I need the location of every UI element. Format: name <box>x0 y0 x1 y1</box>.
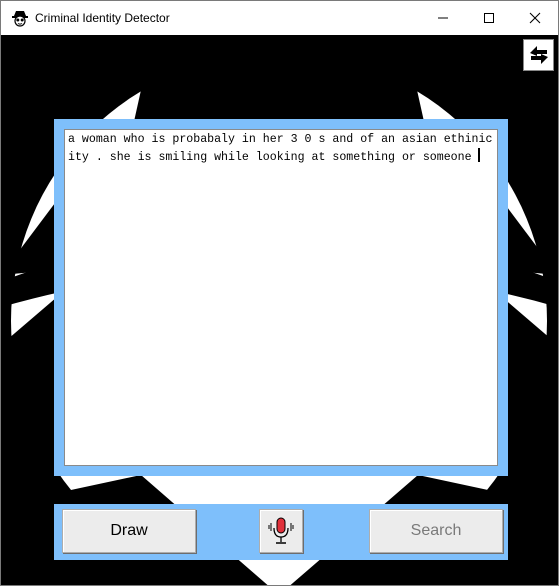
spy-icon <box>12 11 28 27</box>
close-button[interactable] <box>512 1 558 35</box>
minimize-icon <box>438 17 448 19</box>
maximize-icon <box>484 13 494 23</box>
window-title: Criminal Identity Detector <box>35 11 170 25</box>
microphone-button[interactable] <box>259 509 303 553</box>
maximize-button[interactable] <box>466 1 512 35</box>
action-bar: Draw Search <box>54 504 508 560</box>
swap-mode-button[interactable] <box>523 39 554 71</box>
close-icon <box>529 12 541 24</box>
draw-button[interactable]: Draw <box>62 509 196 553</box>
app-window: Criminal Identity Detector a woman who i… <box>0 0 559 586</box>
description-textarea[interactable]: a woman who is probabaly in her 3 0 s an… <box>64 129 498 466</box>
description-text: a woman who is probabaly in her 3 0 s an… <box>68 133 493 164</box>
swap-arrows-icon <box>529 46 548 64</box>
microphone-icon <box>268 517 294 544</box>
search-button[interactable]: Search <box>369 509 503 553</box>
text-caret <box>477 148 480 162</box>
description-frame: a woman who is probabaly in her 3 0 s an… <box>54 119 508 476</box>
title-bar[interactable]: Criminal Identity Detector <box>1 1 558 35</box>
minimize-button[interactable] <box>420 1 466 35</box>
client-area: a woman who is probabaly in her 3 0 s an… <box>1 35 558 585</box>
